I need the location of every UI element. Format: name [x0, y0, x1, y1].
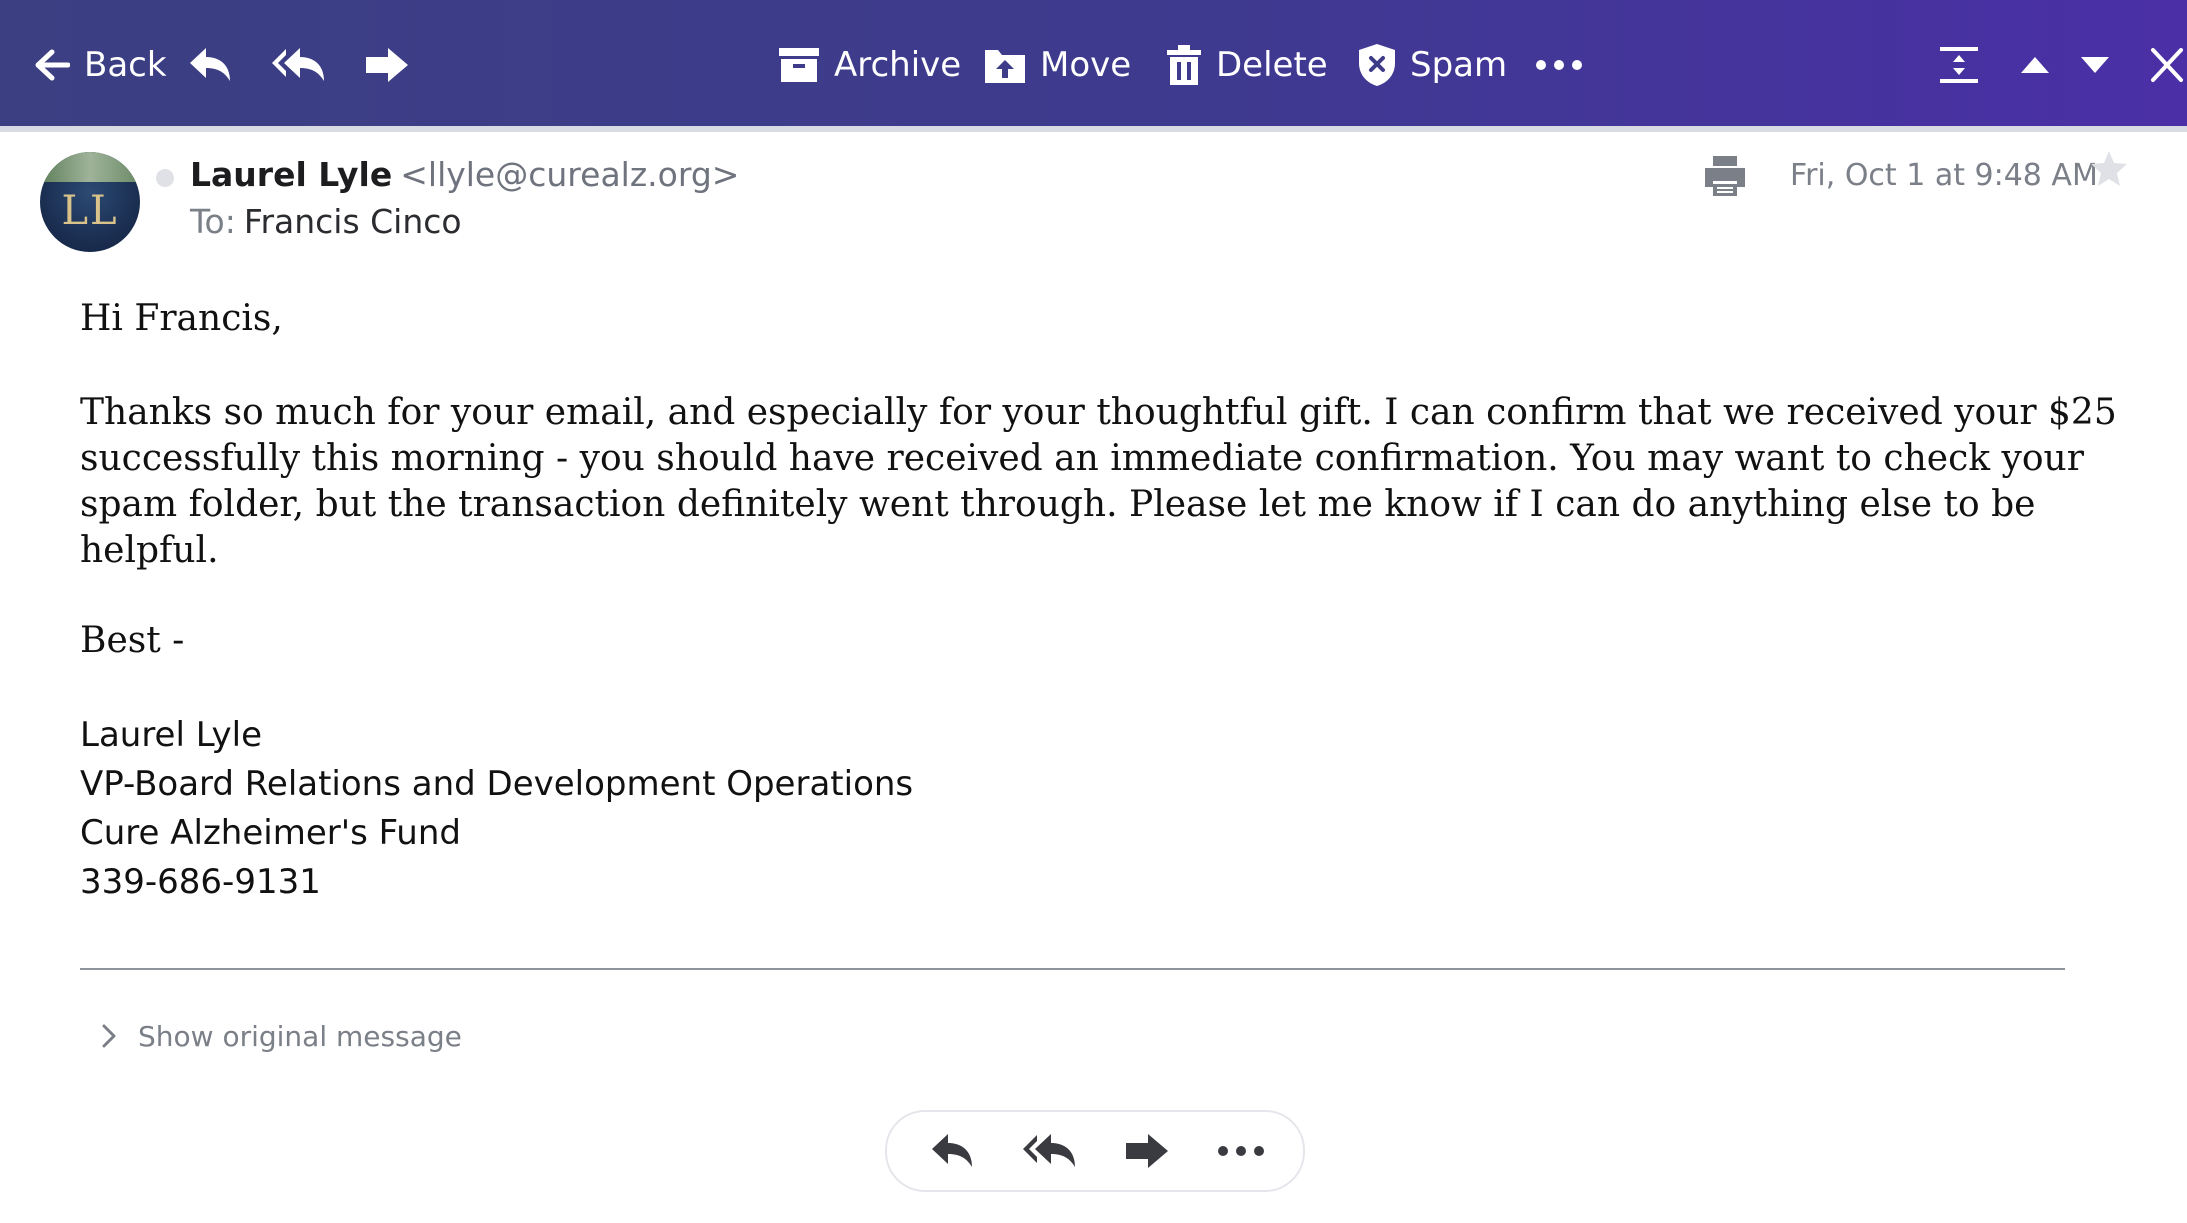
signature-org: Cure Alzheimer's Fund [80, 813, 461, 853]
delete-button[interactable]: Delete [1166, 30, 1328, 100]
reply-all-button[interactable] [270, 30, 326, 100]
previous-message-button[interactable] [2020, 30, 2050, 100]
toolbar-divider [0, 126, 2187, 132]
reply-all-icon [1023, 1134, 1075, 1167]
sender-name[interactable]: Laurel Lyle [190, 155, 392, 194]
print-icon [1705, 156, 1745, 196]
body-line: successfully this morning - you should h… [80, 438, 2084, 479]
sender-email[interactable]: <llyle@curealz.org> [400, 155, 739, 194]
spam-shield-icon [1359, 44, 1395, 86]
star-icon [2091, 151, 2127, 186]
more-icon [1536, 60, 1582, 70]
presence-dot [156, 169, 174, 187]
avatar-background [40, 152, 140, 182]
body-paragraph: Thanks so much for your email, and espec… [80, 390, 2117, 574]
message-date: Fri, Oct 1 at 9:48 AM [1790, 158, 2098, 193]
more-icon [1218, 1146, 1264, 1156]
closing: Best - [80, 620, 185, 661]
chevron-down-icon [2081, 57, 2109, 73]
print-button[interactable] [1703, 155, 1747, 201]
body-line: spam folder, but the transaction definit… [80, 484, 2036, 525]
next-message-button[interactable] [2080, 30, 2110, 100]
reply-button[interactable] [186, 30, 232, 100]
reply-all-icon [272, 48, 324, 81]
greeting: Hi Francis, [80, 298, 283, 339]
quick-action-bar [885, 1110, 1305, 1192]
show-original-label: Show original message [138, 1019, 462, 1053]
avatar[interactable]: LL [40, 152, 140, 252]
forward-button[interactable] [364, 30, 410, 100]
chevron-right-icon [102, 1024, 116, 1048]
message-toolbar: Back Archive Move Delete Spam [0, 0, 2187, 126]
signature-phone[interactable]: 339-686-9131 [80, 862, 321, 902]
archive-icon [779, 48, 819, 82]
close-button[interactable] [2150, 30, 2184, 100]
signature-divider [80, 968, 2065, 970]
spam-button[interactable]: Spam [1358, 30, 1507, 100]
quick-forward-button[interactable] [1117, 1128, 1177, 1174]
from-line: Laurel Lyle <llyle@curealz.org> [190, 155, 739, 194]
forward-icon [366, 48, 408, 82]
signature-title: VP-Board Relations and Development Opera… [80, 764, 914, 804]
delete-icon [1167, 45, 1201, 85]
back-button[interactable]: Back [34, 30, 167, 100]
recipient-name[interactable]: Francis Cinco [244, 202, 462, 241]
back-arrow-icon [35, 49, 70, 81]
avatar-initials: LL [61, 188, 119, 234]
spam-label: Spam [1410, 45, 1508, 85]
move-icon [985, 50, 1025, 83]
close-icon [2151, 48, 2183, 82]
delete-label: Delete [1216, 45, 1328, 85]
move-label: Move [1040, 45, 1132, 85]
signature-name: Laurel Lyle [80, 715, 263, 755]
quick-more-button[interactable] [1211, 1128, 1271, 1174]
collapse-button[interactable] [1940, 30, 1978, 100]
collapse-icon [1940, 47, 1978, 83]
chevron-up-icon [2021, 57, 2049, 73]
move-button[interactable]: Move [984, 30, 1131, 100]
reply-icon [932, 1134, 972, 1167]
body-line: Thanks so much for your email, and espec… [80, 392, 2117, 433]
archive-label: Archive [834, 45, 962, 85]
forward-icon [1126, 1134, 1168, 1168]
more-actions-button[interactable] [1535, 30, 1583, 100]
reply-icon [190, 48, 230, 81]
quick-reply-all-button[interactable] [1019, 1128, 1079, 1174]
to-label: To: [190, 202, 236, 241]
show-original-toggle[interactable]: Show original message [102, 1018, 462, 1054]
back-label: Back [84, 45, 167, 85]
archive-button[interactable]: Archive [778, 30, 961, 100]
body-line: helpful. [80, 530, 219, 571]
star-button[interactable] [2089, 150, 2129, 192]
quick-reply-button[interactable] [921, 1128, 981, 1174]
to-line: To: Francis Cinco [190, 202, 462, 241]
